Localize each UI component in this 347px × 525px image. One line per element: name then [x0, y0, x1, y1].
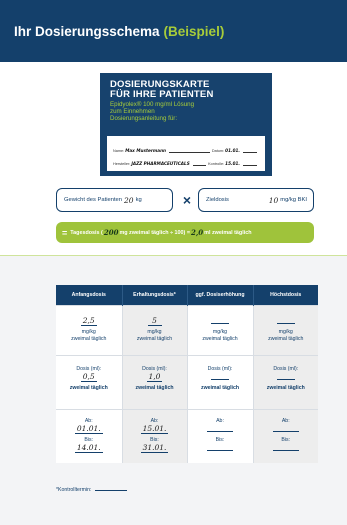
increase-from-blank: [207, 424, 233, 432]
maintenance-ml-value: 1,0: [146, 371, 163, 382]
card-subtitle-line3: Dosierungsanleitung für:: [110, 115, 178, 122]
cell-increase-ml[interactable]: Dosis (ml): zweimal täglich: [187, 354, 254, 409]
card-name-value: Max Mustermann: [125, 148, 167, 153]
initial-ml-value: 0,5: [80, 371, 97, 382]
dosage-schedule-table: Anfangsdosis Erhaltungsdosis* ggf. Dosis…: [56, 285, 318, 463]
cell-initial-dates[interactable]: Ab: 01.01. Bis: 14.01.: [56, 408, 123, 463]
page-header: Ihr Dosierungsschema (Beispiel): [0, 0, 347, 62]
patient-weight-label: Gewicht des Patienten: [64, 197, 123, 203]
max-ml-blank: [276, 372, 295, 380]
increase-to-blank: [207, 443, 233, 451]
dosage-card-image: DOSIERUNGSKARTE FÜR IHRE PATIENTEN Epidy…: [100, 73, 272, 176]
cell-maintenance-dates[interactable]: Ab: 15.01. Bis: 31.01.: [122, 408, 188, 463]
cell-initial-mgkg[interactable]: 2,5 mg/kg zweimal täglich: [56, 304, 123, 355]
card-row2-line2: [243, 160, 257, 166]
card-date-line: [243, 147, 257, 153]
daily-dose-bar: = Tagesdosis ( 200 mg zweimal täglich ÷ …: [56, 222, 314, 243]
maintenance-mgkg-value: 5: [147, 316, 162, 326]
max-ml-freq: zweimal täglich: [266, 384, 305, 391]
cell-maintenance-mgkg[interactable]: 5 mg/kg zweimal täglich: [122, 304, 188, 355]
initial-ml-freq: zweimal täglich: [69, 384, 108, 391]
initial-mgkg-unit: mg/kg: [81, 328, 96, 335]
multiply-icon: ×: [182, 192, 192, 208]
equals-icon: =: [62, 227, 68, 238]
increase-mgkg-unit: mg/kg: [212, 328, 228, 335]
cell-max-mgkg[interactable]: mg/kg zweimal täglich: [253, 304, 318, 355]
table-row: Ab: 01.01. Bis: 14.01. Ab: 15.01. Bis: 3…: [56, 408, 318, 463]
daily-dose-mg-value: 200: [103, 228, 119, 237]
increase-ml-blank: [211, 372, 229, 380]
cell-initial-ml[interactable]: Dosis (ml): 0,5 zweimal täglich: [56, 354, 123, 409]
maintenance-mgkg-unit: mg/kg: [147, 328, 162, 335]
table-row: Dosis (ml): 0,5 zweimal täglich Dosis (m…: [56, 354, 318, 409]
maintenance-mgkg-freq: zweimal täglich: [136, 335, 173, 342]
header-initial-dose: Anfangsdosis: [56, 285, 123, 305]
max-to-blank: [272, 443, 299, 451]
table-header-row: Anfangsdosis Erhaltungsdosis* ggf. Dosis…: [56, 285, 318, 305]
initial-from-value: 01.01.: [74, 423, 103, 434]
footnote-blank[interactable]: [94, 486, 127, 491]
card-subtitle-line1: Epidyolex® 100 mg/ml Lösung: [110, 101, 195, 108]
header-dose-increase: ggf. Dosiserhöhung: [187, 285, 254, 305]
card-field-row-1: Name: Max Mustermann Datum: 01.01.: [113, 140, 259, 153]
card-date-label: Datum:: [211, 149, 225, 153]
card-row2-value1: JAZZ PHARMACEUTICALS: [131, 161, 190, 166]
max-mgkg-blank: [276, 316, 295, 324]
header-max-dose: Höchstdosis: [253, 285, 318, 305]
maintenance-from-value: 15.01.: [140, 423, 169, 434]
patient-weight-value: 20: [124, 195, 134, 205]
header-maintenance-dose: Erhaltungsdosis*: [122, 285, 188, 305]
card-row2-label2: Kontrolle:: [208, 162, 225, 166]
card-title-line2: FÜR IHRE PATIENTEN: [110, 88, 214, 100]
card-field-row-2: Hersteller: JAZZ PHARMACEUTICALS Kontrol…: [113, 153, 259, 166]
target-dose-field[interactable]: Zieldosis 10 mg/kg BKI: [198, 188, 314, 212]
card-fields: Name: Max Mustermann Datum: 01.01. Herst…: [107, 136, 265, 171]
card-row2-line1: [192, 160, 207, 166]
card-name-label: Name:: [113, 149, 125, 153]
daily-dose-mid-text: mg zweimal täglich ÷ 100) =: [119, 229, 190, 236]
target-dose-label: Zieldosis: [206, 197, 229, 203]
max-mgkg-freq: zweimal täglich: [268, 335, 304, 342]
daily-dose-end-text: ml zweimal täglich: [204, 229, 252, 236]
cell-increase-mgkg[interactable]: mg/kg zweimal täglich: [187, 304, 254, 355]
maintenance-to-value: 31.01.: [140, 442, 169, 453]
daily-dose-label: Tagesdosis (: [70, 229, 103, 236]
increase-mgkg-freq: zweimal täglich: [202, 335, 238, 342]
cell-increase-dates[interactable]: Ab: Bis:: [187, 408, 254, 463]
card-row2-label1: Hersteller:: [113, 162, 131, 166]
page-title-accent: (Beispiel): [163, 23, 225, 39]
cell-max-ml[interactable]: Dosis (ml): zweimal täglich: [253, 354, 318, 409]
footnote: *Kontrolltermin:: [56, 486, 127, 493]
page-title: Ihr Dosierungsschema: [14, 23, 160, 39]
initial-mgkg-freq: zweimal täglich: [71, 335, 107, 342]
cell-maintenance-ml[interactable]: Dosis (ml): 1,0 zweimal täglich: [122, 354, 188, 409]
max-mgkg-unit: mg/kg: [278, 328, 293, 335]
card-name-line: [169, 147, 210, 153]
patient-weight-unit: kg: [135, 197, 142, 203]
maintenance-ml-freq: zweimal täglich: [135, 384, 174, 391]
increase-mgkg-blank: [211, 316, 229, 324]
card-date-value: 01.01.: [225, 148, 240, 153]
footnote-label: *Kontrolltermin:: [56, 487, 92, 493]
card-row2-value2: 15.01.: [225, 161, 240, 166]
target-dose-value: 10: [268, 195, 279, 205]
daily-dose-ml-value: 2,0: [190, 228, 204, 237]
card-subtitle-line2: zum Einnehmen: [110, 108, 155, 115]
max-from-blank: [272, 424, 299, 432]
target-dose-unit: mg/kg BKI: [280, 197, 307, 203]
initial-to-value: 14.01.: [74, 442, 103, 453]
initial-mgkg-value: 2,5: [80, 315, 97, 326]
table-row: 2,5 mg/kg zweimal täglich 5 mg/kg zweima…: [56, 304, 318, 355]
cell-max-dates[interactable]: Ab: Bis:: [253, 408, 318, 463]
increase-ml-freq: zweimal täglich: [200, 384, 240, 391]
patient-weight-field[interactable]: Gewicht des Patienten 20 kg: [56, 188, 173, 212]
